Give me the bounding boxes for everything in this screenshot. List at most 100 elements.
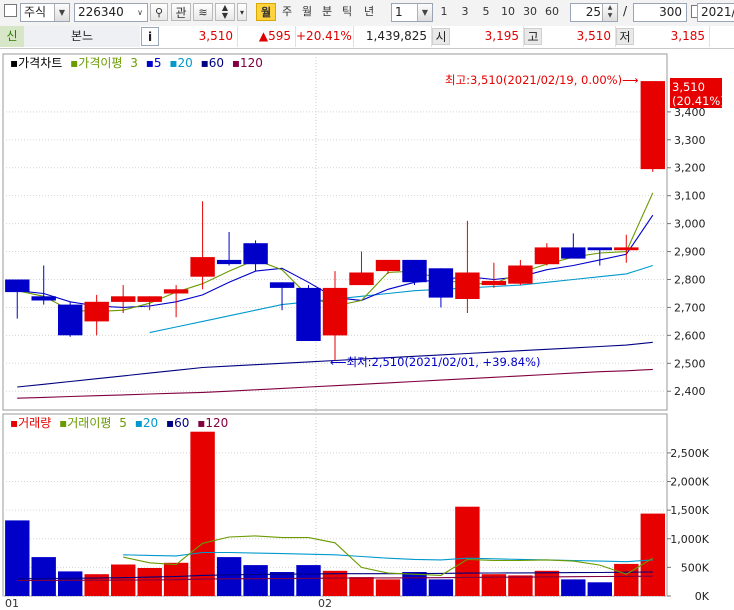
open-label: 시 — [432, 28, 450, 45]
ma20-legend: 20 — [178, 56, 193, 70]
period-tick-button[interactable]: 틱 — [338, 3, 356, 21]
prev-next-stepper[interactable]: ▲ ▼ — [215, 3, 235, 21]
volume-bar — [322, 570, 348, 596]
stock-name: 본느 — [24, 26, 140, 47]
total-count-input[interactable]: 300 — [633, 3, 687, 22]
candle-body — [58, 304, 83, 336]
search-button[interactable]: ⚲ — [150, 3, 168, 21]
unit-5-label: 5 — [482, 5, 490, 18]
watchlist-button[interactable]: 관 — [171, 3, 191, 21]
count-input[interactable]: 25 ▲ ▼ — [570, 3, 618, 22]
price-tick-label: 3,100 — [674, 190, 706, 203]
candle-body — [455, 272, 480, 299]
volume-bar — [375, 579, 401, 596]
high-value: 3,510 — [542, 26, 616, 47]
total-count-value: 300 — [659, 5, 682, 19]
period-day-label: 월 — [260, 6, 272, 19]
volume-bar — [5, 520, 30, 596]
price-tick-label: 2,500 — [674, 357, 706, 370]
candle-body — [190, 257, 215, 277]
price-legend[interactable]: ▪가격차트 ▪가격이평 3 ▪5 ▪20 ▪60 ▪120 — [10, 56, 263, 70]
price-tick-label: 3,300 — [674, 134, 706, 147]
info-icon: i — [147, 30, 153, 44]
volume-bar — [137, 568, 162, 596]
spin-icon[interactable]: ▲ ▼ — [602, 4, 617, 21]
low-label: 저 — [616, 28, 634, 45]
unit-1-label: 1 — [440, 5, 448, 18]
candle-body — [402, 259, 427, 283]
date-input-value: 2021/0 — [701, 5, 734, 19]
market-select[interactable]: 주식 ▼ — [20, 3, 70, 22]
search-icon: ⚲ — [154, 6, 164, 19]
volume-bar — [402, 572, 427, 596]
period-tick-label: 틱 — [341, 5, 353, 18]
volume-tick-label: 2,500K — [670, 447, 709, 460]
watchlist-button-label: 관 — [175, 6, 187, 20]
high-annotation: 최고:3,510(2021/02/19, 0.00%)⟶ — [445, 73, 639, 87]
unit-30-button[interactable]: 30 — [520, 3, 540, 21]
vol-ma-legend-title: 거래이평 — [67, 416, 111, 430]
candle-body — [640, 81, 665, 170]
volume-bar — [587, 582, 612, 596]
unit-5-button[interactable]: 5 — [477, 3, 495, 21]
stock-code-input[interactable]: 226340 ∨ — [74, 3, 148, 22]
chevron-down-icon: ▾ — [239, 8, 244, 17]
ma-legend-title: 가격이평 — [78, 56, 122, 70]
candle-body — [375, 259, 401, 272]
unit-10-label: 10 — [501, 5, 515, 18]
open-value: 3,195 — [450, 26, 524, 47]
volume-tick-label: 1,000K — [670, 533, 709, 546]
high-label: 고 — [524, 28, 542, 45]
vol-ma60-legend-marker: ▪ — [166, 416, 174, 430]
ma5-legend-marker: ▪ — [146, 56, 154, 70]
unit-select[interactable]: 1 ▼ — [391, 3, 433, 22]
count-input-value: 25 — [585, 5, 601, 19]
vol-ma120-legend-marker: ▪ — [197, 416, 205, 430]
period-minute-button[interactable]: 분 — [318, 3, 336, 21]
unit-10-button[interactable]: 10 — [498, 3, 518, 21]
unit-1-button[interactable]: 1 — [435, 3, 453, 21]
date-input[interactable]: 2021/0 — [697, 3, 734, 22]
stock-info-button[interactable]: i — [141, 27, 159, 46]
candle-body — [508, 265, 533, 284]
candle-body — [137, 296, 162, 302]
change-percent: +20.41% — [296, 26, 354, 47]
period-minute-label: 분 — [321, 5, 333, 18]
ma-legend-marker: ▪ — [70, 56, 78, 70]
candle-body — [534, 247, 560, 265]
chevron-down-icon: ▼ — [417, 4, 432, 21]
price-axis: 3,4003,3003,2003,1003,0002,9002,8002,700… — [667, 106, 706, 398]
group-button[interactable]: ≋ — [193, 3, 213, 21]
market-select-value: 주식 — [24, 5, 47, 19]
ma3-legend: 3 — [130, 56, 138, 70]
period-year-button[interactable]: 년 — [358, 3, 380, 21]
link-checkbox[interactable] — [4, 4, 17, 17]
stock-code-value: 226340 — [78, 5, 124, 19]
last-price-label: 3,510 — [672, 80, 705, 94]
unit-60-label: 60 — [545, 5, 559, 18]
volume-value: 1,439,825 — [354, 26, 432, 47]
stock-chart[interactable]: 3,4003,3003,2003,1003,0002,9002,8002,700… — [0, 48, 734, 610]
period-day-button[interactable]: 월 — [256, 3, 276, 21]
volume-bar — [216, 557, 242, 596]
candle-body — [296, 287, 321, 341]
period-week-button[interactable]: 주 — [278, 3, 296, 21]
volume-axis: 2,500K 2,000K 1,500K 1,000K 500K 0K — [667, 447, 710, 603]
period-month-button[interactable]: 월 — [298, 3, 316, 21]
period-month-label: 월 — [301, 5, 313, 18]
volume-tick-label: 1,500K — [670, 504, 709, 517]
unit-60-button[interactable]: 60 — [542, 3, 562, 21]
price-tick-label: 2,400 — [674, 385, 706, 398]
quote-bar: 신 본느 i 3,510 ▲595 +20.41% 1,439,825 시 3,… — [0, 26, 734, 49]
candle-body — [31, 296, 56, 301]
x-label-feb: 02 — [318, 597, 332, 610]
count-separator: / — [623, 4, 628, 18]
candle-body — [163, 289, 189, 294]
volume-tick-label: 2,000K — [670, 476, 709, 489]
price-tick-label: 2,700 — [674, 301, 706, 314]
volume-pane-frame — [2, 413, 668, 597]
ma120-legend-marker: ▪ — [232, 56, 240, 70]
more-button[interactable]: ▾ — [237, 3, 247, 21]
low-annotation: ⟵최저:2,510(2021/02/01, +39.84%) — [330, 355, 541, 369]
unit-3-button[interactable]: 3 — [456, 3, 474, 21]
